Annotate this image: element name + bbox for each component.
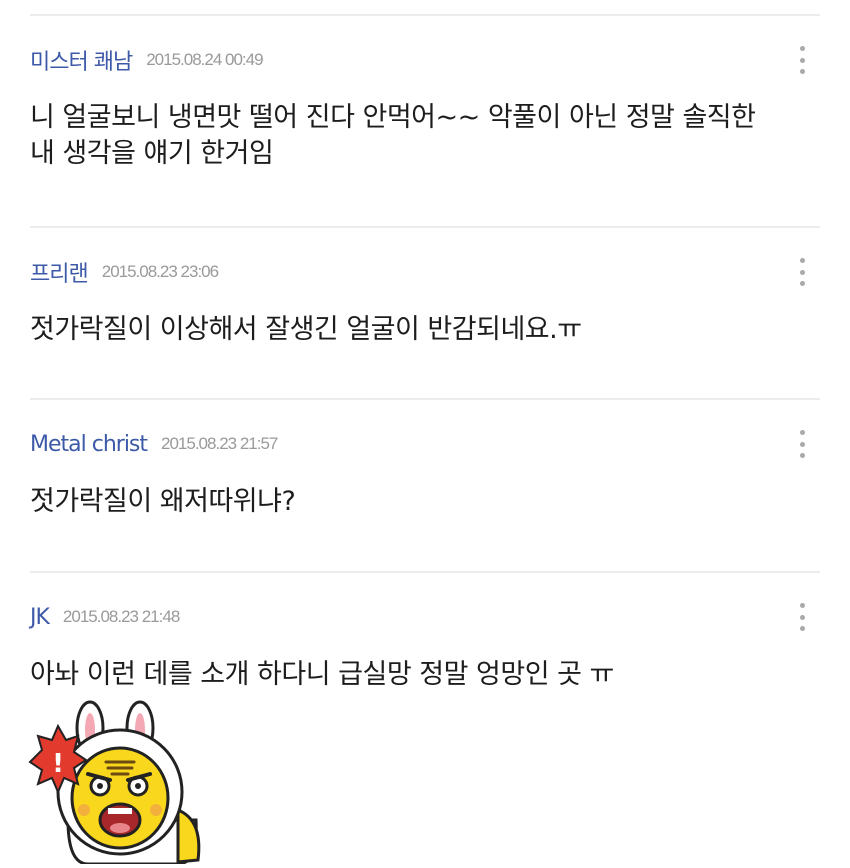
comment-date: 2015.08.23 21:57 (161, 434, 278, 453)
comment-item: 미스터 쾌남 2015.08.24 00:49 니 얼굴보니 냉면맛 떨어 진다… (30, 40, 820, 200)
comment-item: JK 2015.08.23 21:48 아놔 이런 데를 소개 하다니 급실망 … (30, 597, 820, 707)
comment-author[interactable]: Metal christ (30, 432, 148, 457)
comment-author[interactable]: 프리랜 (30, 256, 89, 288)
comment-item: Metal christ 2015.08.23 21:57 젓가락질이 왜저따위… (30, 424, 820, 544)
emoticon-sticker: ! (28, 700, 213, 866)
comment-author[interactable]: JK (30, 605, 50, 630)
comment-text: 젓가락질이 이상해서 잘생긴 얼굴이 반감되네요.ㅠ (30, 312, 820, 348)
comment-date: 2015.08.23 21:48 (62, 607, 180, 626)
comment-text-line: 내 생각을 얘기 한거임 (30, 138, 274, 169)
comment-text-line: 젓가락질이 이상해서 잘생긴 얼굴이 반감되네요.ㅠ (30, 314, 582, 345)
shocked-rabbit-icon: ! (28, 700, 201, 866)
comment-text-line: 아놔 이런 데를 소개 하다니 급실망 정말 엉망인 곳 ㅠ (30, 659, 614, 690)
comment-divider (30, 226, 820, 228)
comment-text-line: 젓가락질이 왜저따위냐? (30, 486, 296, 517)
comment-author[interactable]: 미스터 쾌남 (30, 44, 133, 76)
comment-date: 2015.08.24 00:49 (146, 50, 263, 69)
comment-meta: 프리랜 2015.08.23 23:06 (30, 252, 219, 292)
comment-text: 니 얼굴보니 냉면맛 떨어 진다 안먹어~~ 악풀이 아닌 정말 솔직한 내 생… (30, 100, 820, 172)
exclamation-mark: ! (52, 749, 64, 779)
comment-text: 젓가락질이 왜저따위냐? (30, 484, 820, 520)
comment-meta: 미스터 쾌남 2015.08.24 00:49 (30, 40, 264, 80)
more-options-icon[interactable] (794, 46, 810, 74)
comment-divider (30, 14, 820, 16)
comment-text: 아놔 이런 데를 소개 하다니 급실망 정말 엉망인 곳 ㅠ (30, 657, 820, 693)
comment-text-line: 니 얼굴보니 냉면맛 떨어 진다 안먹어~~ 악풀이 아닌 정말 솔직한 (30, 102, 756, 133)
comment-divider (30, 398, 820, 400)
more-options-icon[interactable] (794, 430, 810, 458)
comment-divider (30, 571, 820, 573)
more-options-icon[interactable] (794, 258, 810, 286)
comment-meta: Metal christ 2015.08.23 21:57 (30, 424, 278, 464)
comment-item: 프리랜 2015.08.23 23:06 젓가락질이 이상해서 잘생긴 얼굴이 … (30, 252, 820, 372)
comment-date: 2015.08.23 23:06 (101, 262, 219, 281)
comment-meta: JK 2015.08.23 21:48 (30, 597, 180, 637)
more-options-icon[interactable] (794, 603, 810, 631)
